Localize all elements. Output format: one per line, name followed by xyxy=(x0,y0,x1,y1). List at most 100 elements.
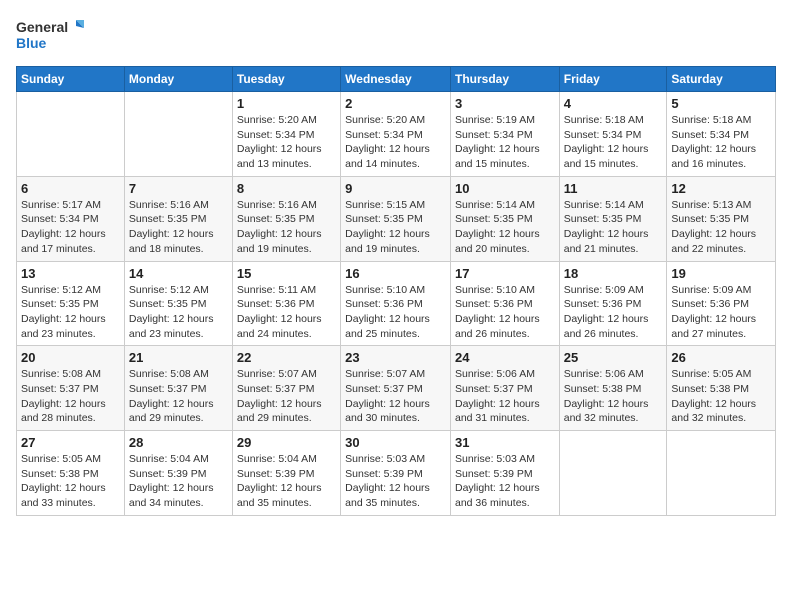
day-number: 16 xyxy=(345,266,446,281)
day-number: 21 xyxy=(129,350,228,365)
calendar-cell: 31Sunrise: 5:03 AM Sunset: 5:39 PM Dayli… xyxy=(450,431,559,516)
day-number: 22 xyxy=(237,350,336,365)
day-detail: Sunrise: 5:05 AM Sunset: 5:38 PM Dayligh… xyxy=(671,367,771,426)
calendar-cell: 23 Sunrise: 5:07 AM Sunset: 5:37 PM Dayli… xyxy=(341,346,451,431)
logo: General Blue xyxy=(16,16,86,56)
day-detail: Sunrise: 5:06 AM Sunset: 5:38 PM Dayligh… xyxy=(564,367,663,426)
day-detail: Sunrise: 5:05 AM Sunset: 5:38 PM Dayligh… xyxy=(21,452,120,511)
day-detail: Sunrise: 5:12 AM Sunset: 5:35 PM Dayligh… xyxy=(21,283,120,342)
calendar-cell: 8 Sunrise: 5:16 AM Sunset: 5:35 PM Daylig… xyxy=(232,176,340,261)
day-number: 7 xyxy=(129,181,228,196)
calendar-table: SundayMondayTuesdayWednesdayThursdayFrid… xyxy=(16,66,776,516)
day-detail: Sunrise: 5:16 AM Sunset: 5:35 PM Dayligh… xyxy=(129,198,228,257)
day-number: 10 xyxy=(455,181,555,196)
day-detail: Sunrise: 5:07 AM Sunset: 5:37 PM Dayligh… xyxy=(345,367,446,426)
calendar-cell: 28Sunrise: 5:04 AM Sunset: 5:39 PM Dayli… xyxy=(124,431,232,516)
calendar-week-2: 6 Sunrise: 5:17 AM Sunset: 5:34 PM Daylig… xyxy=(17,176,776,261)
day-detail: Sunrise: 5:16 AM Sunset: 5:35 PM Dayligh… xyxy=(237,198,336,257)
day-detail: Sunrise: 5:13 AM Sunset: 5:35 PM Dayligh… xyxy=(671,198,771,257)
day-detail: Sunrise: 5:12 AM Sunset: 5:35 PM Dayligh… xyxy=(129,283,228,342)
calendar-cell: 13 Sunrise: 5:12 AM Sunset: 5:35 PM Dayli… xyxy=(17,261,125,346)
calendar-cell: 6 Sunrise: 5:17 AM Sunset: 5:34 PM Daylig… xyxy=(17,176,125,261)
day-number: 15 xyxy=(237,266,336,281)
calendar-cell: 14Sunrise: 5:12 AM Sunset: 5:35 PM Dayli… xyxy=(124,261,232,346)
calendar-cell: 17 Sunrise: 5:10 AM Sunset: 5:36 PM Dayli… xyxy=(450,261,559,346)
day-detail: Sunrise: 5:18 AM Sunset: 5:34 PM Dayligh… xyxy=(671,113,771,172)
day-number: 19 xyxy=(671,266,771,281)
calendar-cell: 1 Sunrise: 5:20 AM Sunset: 5:34 PM Daylig… xyxy=(232,92,340,177)
day-detail: Sunrise: 5:18 AM Sunset: 5:34 PM Dayligh… xyxy=(564,113,663,172)
calendar-cell: 29 Sunrise: 5:04 AM Sunset: 5:39 PM Dayli… xyxy=(232,431,340,516)
day-detail: Sunrise: 5:03 AM Sunset: 5:39 PM Dayligh… xyxy=(345,452,446,511)
day-header-sunday: Sunday xyxy=(17,67,125,92)
day-number: 9 xyxy=(345,181,446,196)
day-number: 29 xyxy=(237,435,336,450)
calendar-body: 1 Sunrise: 5:20 AM Sunset: 5:34 PM Daylig… xyxy=(17,92,776,516)
calendar-cell xyxy=(124,92,232,177)
day-number: 3 xyxy=(455,96,555,111)
day-number: 12 xyxy=(671,181,771,196)
calendar-cell: 24 Sunrise: 5:06 AM Sunset: 5:37 PM Dayli… xyxy=(450,346,559,431)
day-detail: Sunrise: 5:10 AM Sunset: 5:36 PM Dayligh… xyxy=(455,283,555,342)
page-header: General Blue xyxy=(16,16,776,56)
day-number: 30 xyxy=(345,435,446,450)
calendar-cell: 25 Sunrise: 5:06 AM Sunset: 5:38 PM Dayli… xyxy=(559,346,667,431)
day-header-monday: Monday xyxy=(124,67,232,92)
day-detail: Sunrise: 5:09 AM Sunset: 5:36 PM Dayligh… xyxy=(564,283,663,342)
day-number: 1 xyxy=(237,96,336,111)
day-detail: Sunrise: 5:03 AM Sunset: 5:39 PM Dayligh… xyxy=(455,452,555,511)
calendar-week-3: 13 Sunrise: 5:12 AM Sunset: 5:35 PM Dayli… xyxy=(17,261,776,346)
day-detail: Sunrise: 5:14 AM Sunset: 5:35 PM Dayligh… xyxy=(455,198,555,257)
day-number: 4 xyxy=(564,96,663,111)
logo-svg: General Blue xyxy=(16,16,86,56)
calendar-cell xyxy=(667,431,776,516)
calendar-cell: 27 Sunrise: 5:05 AM Sunset: 5:38 PM Dayli… xyxy=(17,431,125,516)
day-detail: Sunrise: 5:14 AM Sunset: 5:35 PM Dayligh… xyxy=(564,198,663,257)
calendar-cell: 11 Sunrise: 5:14 AM Sunset: 5:35 PM Dayli… xyxy=(559,176,667,261)
calendar-cell: 16 Sunrise: 5:10 AM Sunset: 5:36 PM Dayli… xyxy=(341,261,451,346)
day-detail: Sunrise: 5:11 AM Sunset: 5:36 PM Dayligh… xyxy=(237,283,336,342)
calendar-cell: 19 Sunrise: 5:09 AM Sunset: 5:36 PM Dayli… xyxy=(667,261,776,346)
calendar-week-4: 20 Sunrise: 5:08 AM Sunset: 5:37 PM Dayli… xyxy=(17,346,776,431)
calendar-cell: 22Sunrise: 5:07 AM Sunset: 5:37 PM Dayli… xyxy=(232,346,340,431)
svg-text:General: General xyxy=(16,19,68,35)
day-detail: Sunrise: 5:04 AM Sunset: 5:39 PM Dayligh… xyxy=(129,452,228,511)
calendar-cell: 7 Sunrise: 5:16 AM Sunset: 5:35 PM Daylig… xyxy=(124,176,232,261)
calendar-cell xyxy=(17,92,125,177)
calendar-cell: 12 Sunrise: 5:13 AM Sunset: 5:35 PM Dayli… xyxy=(667,176,776,261)
day-detail: Sunrise: 5:04 AM Sunset: 5:39 PM Dayligh… xyxy=(237,452,336,511)
calendar-week-1: 1 Sunrise: 5:20 AM Sunset: 5:34 PM Daylig… xyxy=(17,92,776,177)
day-detail: Sunrise: 5:20 AM Sunset: 5:34 PM Dayligh… xyxy=(345,113,446,172)
day-detail: Sunrise: 5:19 AM Sunset: 5:34 PM Dayligh… xyxy=(455,113,555,172)
calendar-cell: 26 Sunrise: 5:05 AM Sunset: 5:38 PM Dayli… xyxy=(667,346,776,431)
day-number: 8 xyxy=(237,181,336,196)
day-detail: Sunrise: 5:08 AM Sunset: 5:37 PM Dayligh… xyxy=(21,367,120,426)
calendar-cell: 30 Sunrise: 5:03 AM Sunset: 5:39 PM Dayli… xyxy=(341,431,451,516)
day-number: 26 xyxy=(671,350,771,365)
svg-text:Blue: Blue xyxy=(16,35,47,51)
day-detail: Sunrise: 5:10 AM Sunset: 5:36 PM Dayligh… xyxy=(345,283,446,342)
day-header-saturday: Saturday xyxy=(667,67,776,92)
day-number: 5 xyxy=(671,96,771,111)
calendar-cell: 18Sunrise: 5:09 AM Sunset: 5:36 PM Dayli… xyxy=(559,261,667,346)
calendar-cell: 3 Sunrise: 5:19 AM Sunset: 5:34 PM Daylig… xyxy=(450,92,559,177)
calendar-cell: 4 Sunrise: 5:18 AM Sunset: 5:34 PM Daylig… xyxy=(559,92,667,177)
day-number: 24 xyxy=(455,350,555,365)
day-detail: Sunrise: 5:06 AM Sunset: 5:37 PM Dayligh… xyxy=(455,367,555,426)
day-detail: Sunrise: 5:17 AM Sunset: 5:34 PM Dayligh… xyxy=(21,198,120,257)
calendar-cell: 21Sunrise: 5:08 AM Sunset: 5:37 PM Dayli… xyxy=(124,346,232,431)
day-number: 6 xyxy=(21,181,120,196)
day-number: 23 xyxy=(345,350,446,365)
day-number: 25 xyxy=(564,350,663,365)
calendar-cell: 2Sunrise: 5:20 AM Sunset: 5:34 PM Daylig… xyxy=(341,92,451,177)
day-number: 13 xyxy=(21,266,120,281)
day-detail: Sunrise: 5:09 AM Sunset: 5:36 PM Dayligh… xyxy=(671,283,771,342)
day-number: 20 xyxy=(21,350,120,365)
day-number: 11 xyxy=(564,181,663,196)
day-number: 17 xyxy=(455,266,555,281)
day-detail: Sunrise: 5:20 AM Sunset: 5:34 PM Dayligh… xyxy=(237,113,336,172)
day-number: 27 xyxy=(21,435,120,450)
day-detail: Sunrise: 5:15 AM Sunset: 5:35 PM Dayligh… xyxy=(345,198,446,257)
calendar-cell xyxy=(559,431,667,516)
calendar-week-5: 27 Sunrise: 5:05 AM Sunset: 5:38 PM Dayli… xyxy=(17,431,776,516)
